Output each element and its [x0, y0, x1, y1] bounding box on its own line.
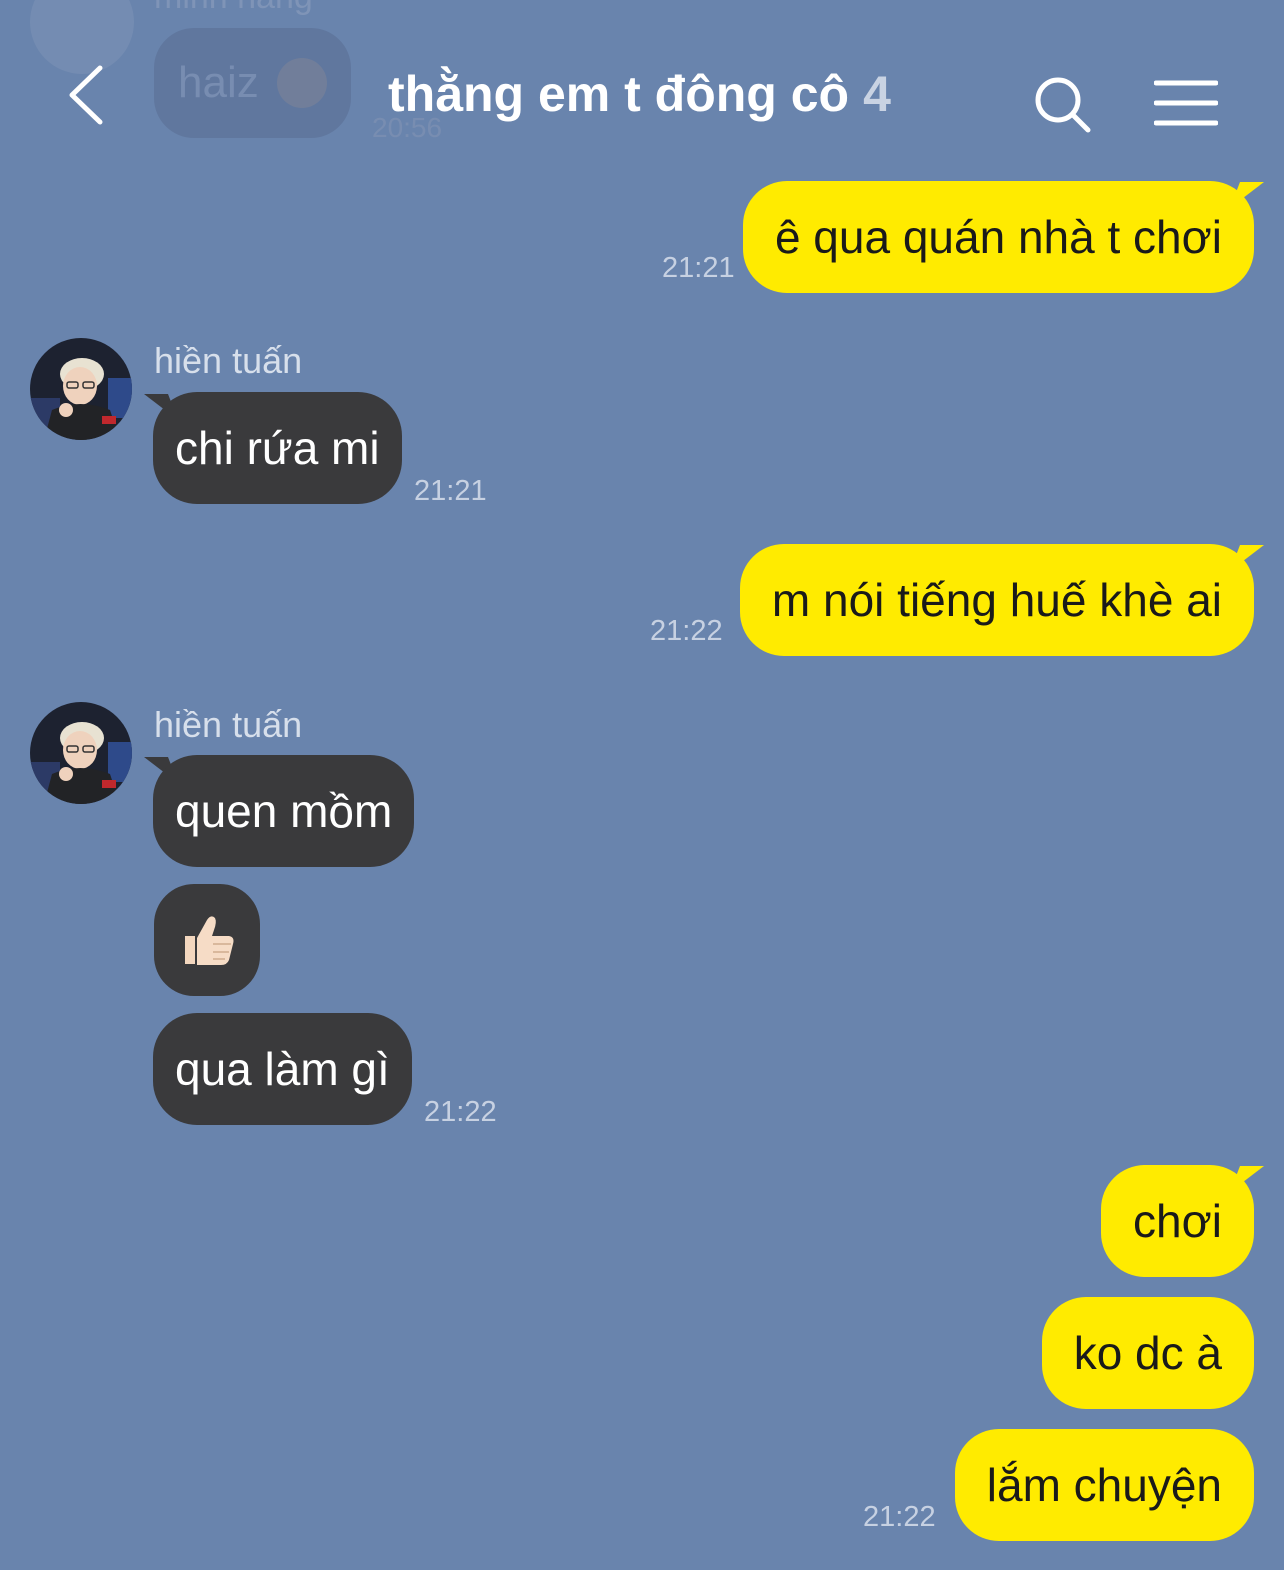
back-button[interactable]	[60, 60, 120, 130]
message-time: 21:21	[662, 252, 735, 284]
avatar[interactable]	[30, 338, 132, 440]
message-time: 21:22	[863, 1501, 936, 1533]
outgoing-message-bubble[interactable]: lắm chuyện	[954, 1429, 1254, 1541]
search-icon	[1035, 77, 1091, 133]
message-text: lắm chuyện	[986, 1459, 1222, 1511]
message-time: 21:22	[650, 615, 723, 647]
outgoing-message-bubble[interactable]: ko dc à	[1041, 1297, 1254, 1409]
outgoing-message-bubble[interactable]: ê qua quán nhà t chơi	[742, 181, 1254, 293]
message-text: m nói tiếng huế khè ai	[771, 574, 1222, 626]
incoming-message-bubble[interactable]: quen mồm	[153, 755, 415, 867]
back-arrow-icon	[69, 65, 103, 125]
menu-icon	[1153, 80, 1219, 126]
incoming-message-bubble[interactable]: chi rứa mi	[153, 392, 402, 504]
chat-title-text: thằng em t đông cô	[388, 66, 850, 122]
bubble-tail-icon	[1230, 545, 1264, 571]
message-text: ê qua quán nhà t chơi	[774, 211, 1222, 263]
incoming-emoji-bubble[interactable]	[154, 884, 260, 996]
sender-name: hiền tuấn	[154, 340, 303, 381]
bubble-tail-icon	[1230, 1166, 1264, 1192]
chat-area[interactable]: minh hằng haiz 20:56 21:21 ê qua quán nh…	[0, 0, 1284, 1570]
message-time: 21:22	[424, 1096, 497, 1128]
message-time: 21:21	[414, 475, 487, 507]
member-count: 4	[863, 66, 891, 122]
thumbs-up-icon	[185, 916, 234, 965]
avatar-image	[30, 338, 132, 440]
message-text: quen mồm	[175, 785, 393, 837]
outgoing-message-bubble[interactable]: m nói tiếng huế khè ai	[739, 544, 1254, 656]
avatar[interactable]	[30, 702, 132, 804]
avatar-image	[30, 702, 132, 804]
faded-sender-name: minh hằng	[154, 0, 313, 17]
incoming-message-bubble[interactable]: qua làm gì	[153, 1013, 412, 1125]
chat-header: thằng em t đông cô 4	[0, 30, 1284, 160]
menu-button[interactable]	[1153, 78, 1219, 128]
message-text: chơi	[1133, 1195, 1222, 1247]
message-text: ko dc à	[1073, 1327, 1222, 1379]
message-text: chi rứa mi	[175, 422, 380, 474]
message-text: qua làm gì	[175, 1043, 390, 1095]
search-button[interactable]	[1030, 72, 1096, 138]
bubble-tail-icon	[1230, 182, 1264, 208]
sender-name: hiền tuấn	[154, 704, 303, 745]
chat-title: thằng em t đông cô 4	[388, 65, 891, 123]
